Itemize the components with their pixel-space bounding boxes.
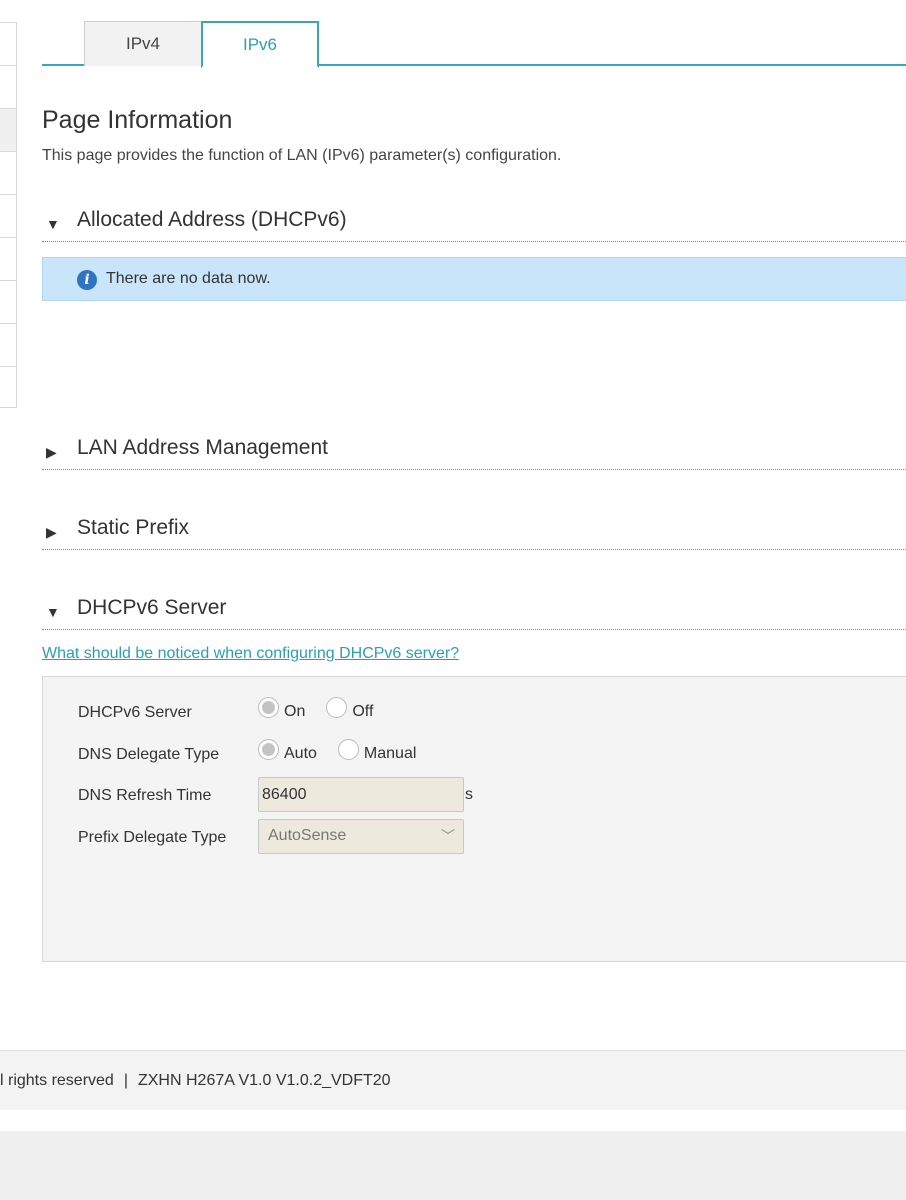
section-title: Allocated Address (DHCPv6) (77, 208, 347, 231)
radio-selected-dot (262, 743, 275, 756)
dhcpv6-help-link[interactable]: What should be noticed when configuring … (42, 645, 459, 663)
sidebar-menu (0, 22, 17, 408)
chevron-down-icon: ﹀ (441, 828, 455, 844)
section-static-prefix[interactable]: ▶ Static Prefix (42, 510, 906, 550)
section-title: LAN Address Management (77, 436, 328, 459)
section-lan-address-management[interactable]: ▶ LAN Address Management (42, 430, 906, 470)
footer-version: ZXHN H267A V1.0 V1.0.2_VDFT20 (137, 1072, 391, 1089)
radio-selected-dot (262, 701, 275, 714)
page: IPv4 IPv6 Page Information This page pro… (0, 0, 906, 1200)
info-message: i There are no data now. (42, 257, 906, 301)
dhcpv6-server-off-radio[interactable] (326, 697, 348, 718)
tab-ipv6[interactable]: IPv6 (201, 21, 319, 68)
sidebar-item[interactable] (0, 23, 16, 66)
footer: l rights reserved | ZXHN H267A V1.0 V1.0.2… (0, 1050, 906, 1110)
sidebar-item[interactable] (0, 367, 16, 410)
select-value: AutoSense (268, 827, 347, 844)
radio-label-off: Off (352, 702, 374, 720)
expand-arrow-icon: ▶ (46, 444, 57, 460)
tab-ipv4[interactable]: IPv4 (84, 21, 202, 66)
bottom-band (0, 1131, 906, 1200)
page-title: Page Information (42, 106, 233, 134)
radio-label-auto: Auto (284, 744, 317, 762)
sidebar-item[interactable] (0, 66, 16, 109)
dhcpv6-server-label: DHCPv6 Server (78, 704, 192, 721)
info-text: There are no data now. (106, 270, 271, 287)
dhcpv6-server-on-radio[interactable] (258, 697, 279, 718)
dns-delegate-type-label: DNS Delegate Type (78, 746, 220, 763)
sidebar-item[interactable] (0, 238, 16, 281)
collapse-arrow-icon: ▼ (46, 604, 60, 620)
sidebar-item[interactable] (0, 152, 16, 195)
radio-label-on: On (284, 702, 306, 720)
sidebar-item[interactable] (0, 324, 16, 367)
collapse-arrow-icon: ▼ (46, 216, 60, 232)
radio-label-manual: Manual (363, 744, 417, 762)
sidebar-item-selected[interactable] (0, 109, 16, 152)
dns-refresh-time-unit: s (465, 786, 473, 803)
dhcpv6-server-radio-group: On Off (258, 697, 394, 720)
section-title: Static Prefix (77, 516, 190, 539)
prefix-delegate-type-select[interactable]: AutoSense ﹀ (258, 819, 464, 854)
section-dhcpv6-server[interactable]: ▼ DHCPv6 Server (42, 590, 906, 630)
footer-rights: l rights reserved (0, 1072, 114, 1089)
sidebar-item[interactable] (0, 281, 16, 324)
footer-separator: | (123, 1072, 128, 1089)
section-allocated-address[interactable]: ▼ Allocated Address (DHCPv6) (42, 202, 906, 242)
prefix-delegate-type-label: Prefix Delegate Type (78, 829, 227, 846)
dns-delegate-type-radio-group: Auto Manual (258, 739, 437, 762)
tab-bar: IPv4 IPv6 (42, 21, 906, 68)
section-title: DHCPv6 Server (77, 596, 227, 619)
dns-refresh-time-label: DNS Refresh Time (78, 787, 212, 804)
dhcpv6-server-form: DHCPv6 Server On Off DNS Delegate Type A… (42, 676, 906, 962)
sidebar-item[interactable] (0, 195, 16, 238)
dns-delegate-auto-radio[interactable] (258, 739, 279, 760)
page-description: This page provides the function of LAN (… (42, 147, 562, 164)
expand-arrow-icon: ▶ (46, 524, 57, 540)
footer-copyright: l rights reserved | ZXHN H267A V1.0 V1.0.2… (0, 1072, 391, 1090)
dns-delegate-manual-radio[interactable] (337, 739, 359, 760)
info-icon: i (77, 270, 97, 290)
dns-refresh-time-input[interactable] (258, 777, 464, 812)
